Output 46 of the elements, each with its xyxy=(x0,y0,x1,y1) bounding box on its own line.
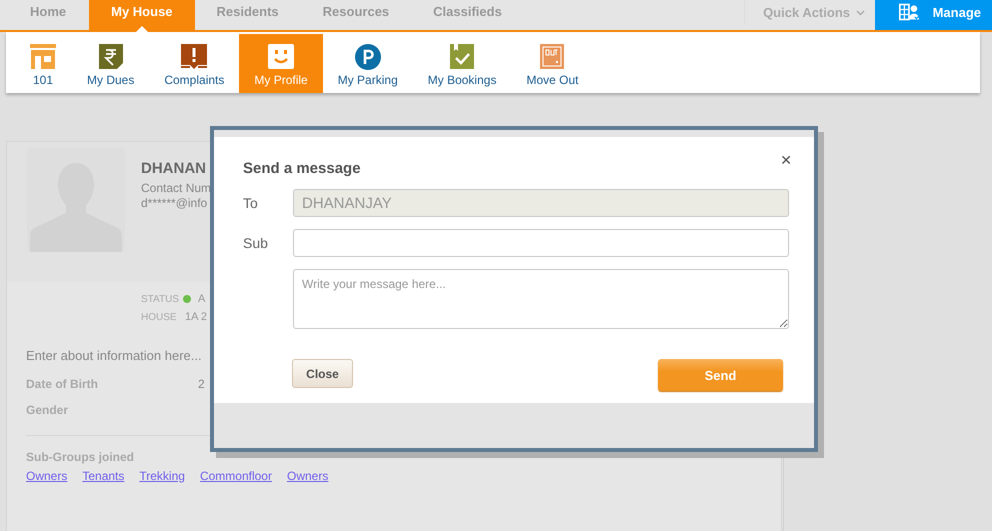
nav-tab[interactable]: Resources xyxy=(300,0,412,30)
subgroup-link[interactable]: Commonfloor xyxy=(200,469,272,483)
subgroup-link[interactable]: Owners xyxy=(26,469,68,483)
chevron-down-icon xyxy=(856,10,865,16)
send-button[interactable]: Send xyxy=(658,359,783,391)
subgroups-title: Sub-Groups joined xyxy=(25,449,135,464)
subgroup-link[interactable]: Owners xyxy=(286,469,328,483)
detail-label: Gender xyxy=(26,403,70,419)
sub-menu-item[interactable]: Complaints xyxy=(149,34,240,93)
detail-label: Date of Birth xyxy=(26,377,99,393)
nav-tab[interactable]: Home xyxy=(6,0,90,30)
detail-value: 2 xyxy=(198,377,205,393)
complaint-icon xyxy=(180,43,208,70)
sub-menu-item[interactable]: 101 xyxy=(14,34,72,93)
nav-tab[interactable]: Classifieds xyxy=(411,0,524,30)
sub-menu-item[interactable]: My Dues xyxy=(72,34,150,93)
close-button[interactable]: Close xyxy=(292,359,353,388)
subgroup-link[interactable]: Trekking xyxy=(139,469,185,483)
building-person-icon xyxy=(899,2,921,22)
to-label: To xyxy=(243,194,259,211)
contact-number: Contact Num xyxy=(141,181,212,195)
subject-label: Sub xyxy=(243,234,269,251)
subgroup-link[interactable]: Tenants xyxy=(82,469,124,483)
house-value: 1A 2 xyxy=(185,311,208,323)
profile-icon xyxy=(267,43,296,70)
booking-icon xyxy=(448,43,476,70)
dialog-title: Send a message xyxy=(243,160,361,177)
sub-menu-item[interactable]: My Parking xyxy=(322,34,413,93)
parking-icon xyxy=(354,43,382,70)
about-text: Enter about information here... xyxy=(25,347,203,363)
house-label: HOUSE xyxy=(141,312,178,322)
manage-button[interactable]: Manage xyxy=(875,0,992,30)
sub-menu-item[interactable]: My Profile xyxy=(239,34,323,93)
profile-name: DHANAN xyxy=(141,160,207,177)
moveout-icon xyxy=(538,43,566,70)
message-field[interactable]: Write your message here... xyxy=(293,269,789,329)
house-icon xyxy=(29,43,57,70)
nav-tab[interactable]: Residents xyxy=(194,0,301,30)
status-value: A xyxy=(198,293,206,305)
sub-menu-item[interactable]: Move Out xyxy=(511,34,594,93)
email-text: d******@info xyxy=(141,196,208,210)
status-label: STATUS xyxy=(141,294,178,304)
subject-field[interactable] xyxy=(293,229,789,257)
sub-menu-item[interactable]: My Bookings xyxy=(412,34,512,93)
dues-icon xyxy=(96,43,125,70)
nav-tab[interactable]: My House xyxy=(89,0,195,30)
